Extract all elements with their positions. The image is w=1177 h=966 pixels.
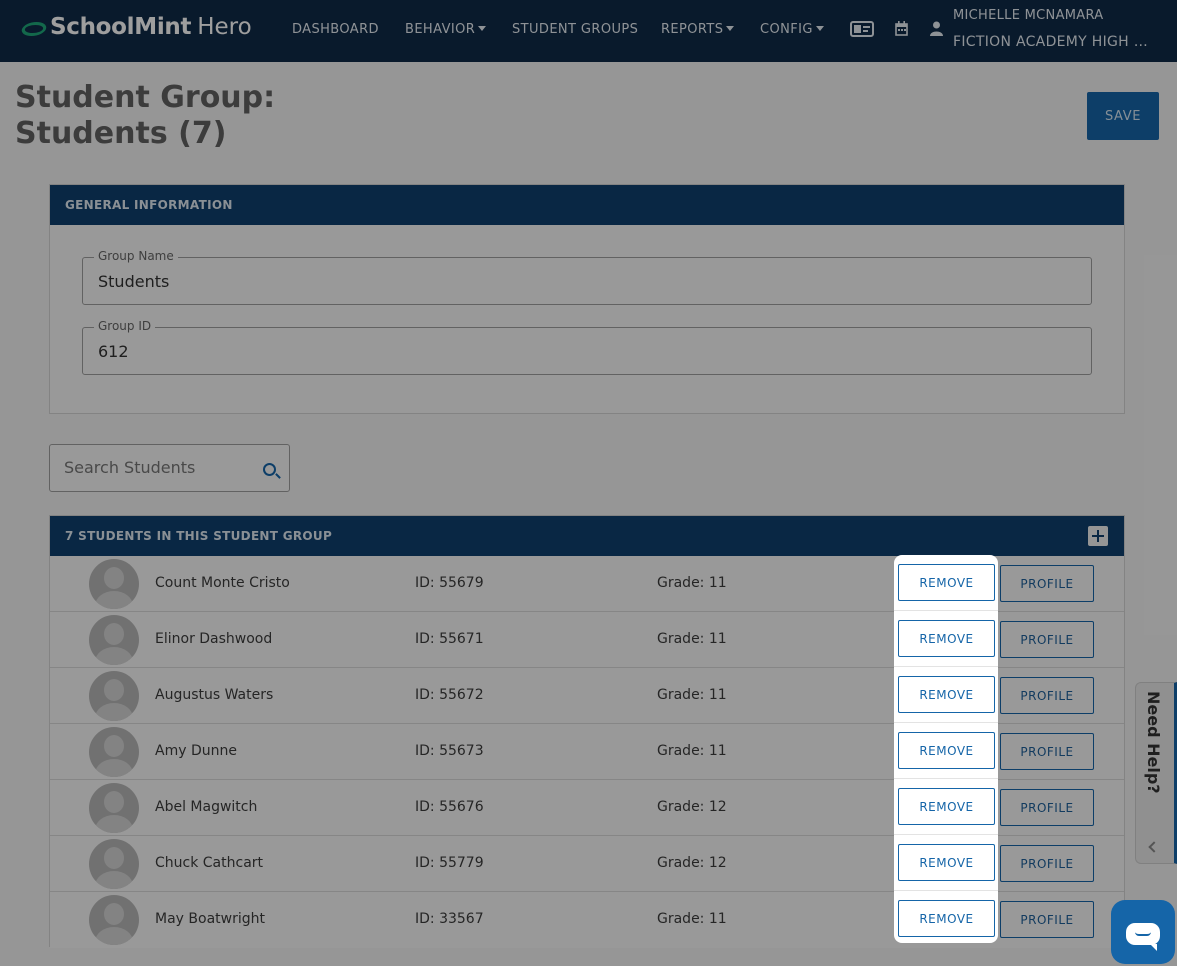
student-grade: Grade: 11 [657,911,727,927]
avatar [89,727,139,777]
nav-config[interactable]: CONFIG [760,22,824,37]
user-menu[interactable]: MICHELLE MCNAMARA FICTION ACADEMY HIGH S… [953,8,1153,50]
user-icon[interactable] [930,21,943,40]
remove-button[interactable]: REMOVE [898,732,995,769]
chevron-left-icon[interactable] [1148,841,1160,853]
student-id: ID: 55679 [415,575,484,591]
search-students-box [49,444,290,492]
caret-down-icon [478,26,487,31]
student-name: Augustus Waters [155,687,274,703]
student-grade: Grade: 11 [657,687,727,703]
caret-down-icon [726,26,735,31]
avatar [89,671,139,721]
student-id: ID: 55672 [415,687,484,703]
brand-name-light: Hero [197,14,252,40]
chat-launcher-button[interactable] [1111,900,1175,964]
brand-logo[interactable]: SchoolMint Hero [19,14,252,40]
divider [894,890,998,891]
student-name: Abel Magwitch [155,799,258,815]
search-icon[interactable] [263,463,276,476]
user-name: MICHELLE MCNAMARA [953,8,1104,23]
remove-button[interactable]: REMOVE [898,788,995,825]
student-grade: Grade: 11 [657,743,727,759]
group-name-label: Group Name [94,249,178,263]
profile-button[interactable]: PROFILE [1000,733,1094,770]
avatar [89,783,139,833]
divider [894,778,998,779]
page-title-line-2: Students (7) [15,116,227,151]
profile-button[interactable]: PROFILE [1000,901,1094,938]
student-id: ID: 55671 [415,631,484,647]
student-name: Elinor Dashwood [155,631,273,647]
profile-button[interactable]: PROFILE [1000,677,1094,714]
top-navbar: SchoolMint Hero DASHBOARD BEHAVIOR STUDE… [0,0,1177,62]
user-school: FICTION ACADEMY HIGH SCHOOL [953,34,1153,50]
profile-button[interactable]: PROFILE [1000,565,1094,602]
divider [894,666,998,667]
student-id: ID: 55779 [415,855,484,871]
group-name-value: Students [98,272,170,291]
student-name: Amy Dunne [155,743,237,759]
student-name: May Boatwright [155,911,265,927]
student-id: ID: 55673 [415,743,484,759]
divider [894,610,998,611]
remove-button[interactable]: REMOVE [898,676,995,713]
general-information-header: GENERAL INFORMATION [50,185,1124,225]
need-help-tab[interactable]: Need Help? [1135,682,1177,864]
student-grade: Grade: 11 [657,631,727,647]
need-help-label: Need Help? [1144,691,1163,794]
student-name: Count Monte Cristo [155,575,290,591]
avatar [89,559,139,609]
remove-button[interactable]: REMOVE [898,900,995,937]
student-id: ID: 33567 [415,911,484,927]
caret-down-icon [815,26,824,31]
general-information-card: GENERAL INFORMATION Group Name Students … [49,184,1125,414]
students-header: 7 STUDENTS IN THIS STUDENT GROUP [50,516,1124,556]
group-id-label: Group ID [94,319,156,333]
divider [894,834,998,835]
nav-behavior[interactable]: BEHAVIOR [405,22,487,37]
save-button[interactable]: SAVE [1087,92,1159,140]
group-name-field[interactable]: Group Name Students [82,249,1092,305]
chat-bubble-icon [1126,923,1160,951]
nav-reports[interactable]: REPORTS [661,22,735,37]
profile-button[interactable]: PROFILE [1000,789,1094,826]
brand-name-bold: SchoolMint [50,14,192,40]
divider [894,722,998,723]
group-id-field[interactable]: Group ID 612 [82,319,1092,375]
nav-dashboard[interactable]: DASHBOARD [292,22,379,37]
group-id-value: 612 [98,342,129,361]
remove-button[interactable]: REMOVE [898,620,995,657]
page-title-line-1: Student Group: [15,80,276,115]
profile-button[interactable]: PROFILE [1000,845,1094,882]
profile-button[interactable]: PROFILE [1000,621,1094,658]
student-grade: Grade: 11 [657,575,727,591]
avatar [89,895,139,945]
avatar [89,839,139,889]
calendar-icon[interactable] [895,21,908,40]
id-card-icon[interactable] [850,21,874,41]
search-input[interactable] [64,458,249,477]
student-grade: Grade: 12 [657,799,727,815]
nav-reports-label: REPORTS [661,22,724,37]
remove-button[interactable]: REMOVE [898,844,995,881]
logo-mark-icon [19,22,49,36]
remove-button[interactable]: REMOVE [898,564,995,601]
student-id: ID: 55676 [415,799,484,815]
avatar [89,615,139,665]
nav-config-label: CONFIG [760,22,813,37]
nav-student-groups[interactable]: STUDENT GROUPS [512,22,638,37]
add-student-button[interactable] [1088,526,1108,546]
student-grade: Grade: 12 [657,855,727,871]
nav-behavior-label: BEHAVIOR [405,22,476,37]
page-title: Student Group: Students (7) [15,80,275,152]
student-name: Chuck Cathcart [155,855,264,871]
students-header-label: 7 STUDENTS IN THIS STUDENT GROUP [65,529,333,543]
